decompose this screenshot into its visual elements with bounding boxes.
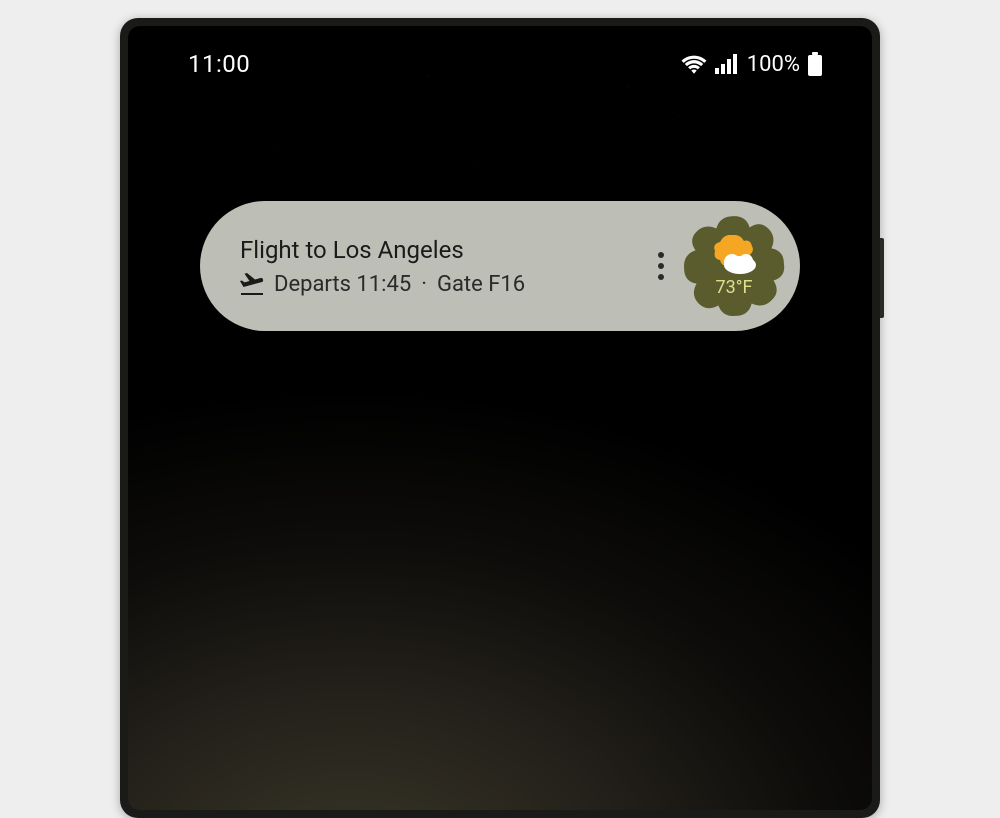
widget-content: Flight to Los Angeles Departs 11:45 · Ga… <box>240 236 640 297</box>
plane-departure-icon <box>240 273 264 295</box>
signal-icon <box>715 54 739 74</box>
weather-partly-cloudy-icon <box>710 235 758 275</box>
wifi-icon <box>681 54 707 74</box>
weather-temperature: 73°F <box>716 277 753 298</box>
widget-menu-icon[interactable] <box>640 252 682 280</box>
battery-percent: 100% <box>747 52 800 77</box>
departs-label: Departs 11:45 <box>274 272 411 297</box>
status-time: 11:00 <box>188 50 250 78</box>
status-icons: 100% <box>681 52 822 77</box>
phone-frame: 11:00 100% Flight to <box>120 18 880 818</box>
widget-subtitle: Departs 11:45 · Gate F16 <box>240 272 640 297</box>
battery-icon <box>808 52 822 76</box>
status-bar: 11:00 100% <box>128 26 872 78</box>
at-a-glance-widget[interactable]: Flight to Los Angeles Departs 11:45 · Ga… <box>200 201 800 331</box>
gate-label: Gate F16 <box>437 272 525 297</box>
weather-badge[interactable]: 73°F <box>682 214 786 318</box>
phone-screen: 11:00 100% Flight to <box>128 26 872 810</box>
separator: · <box>421 272 427 297</box>
widget-title: Flight to Los Angeles <box>240 236 640 264</box>
